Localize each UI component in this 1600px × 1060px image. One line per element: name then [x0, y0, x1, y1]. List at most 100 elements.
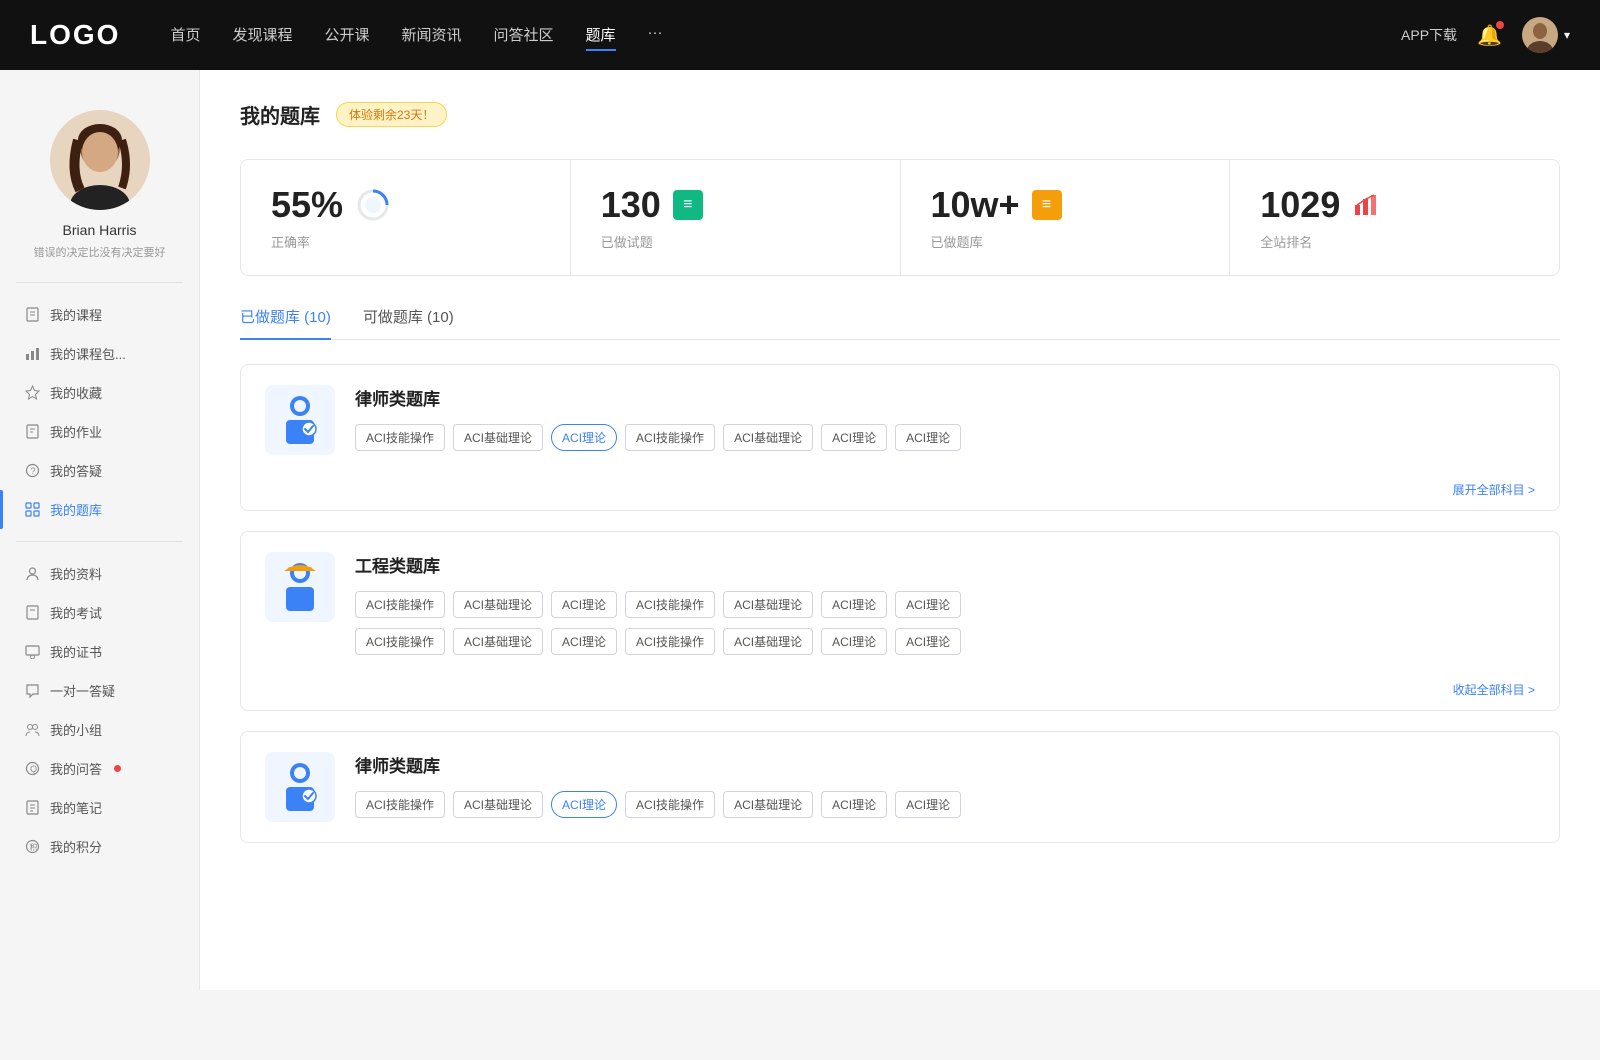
lawyer-icon-2 — [265, 752, 335, 822]
tags-row-2: ACI技能操作 ACI基础理论 ACI理论 ACI技能操作 ACI基础理论 AC… — [355, 591, 1535, 618]
tag-2-6[interactable]: ACI理论 — [895, 591, 961, 618]
nav-news[interactable]: 新闻资讯 — [402, 20, 462, 51]
sidebar-item-points[interactable]: 积 我的积分 — [0, 827, 199, 866]
sidebar-label: 我的课程包... — [50, 344, 126, 363]
lawyer-icon-1 — [265, 385, 335, 455]
bar-icon — [24, 346, 40, 362]
nav-open-course[interactable]: 公开课 — [324, 20, 369, 51]
sidebar-label: 我的考试 — [50, 603, 102, 622]
stat-value-rank: 1029 — [1260, 184, 1340, 226]
sidebar-item-question-bank[interactable]: 我的题库 — [0, 490, 199, 529]
tag-2s-6[interactable]: ACI理论 — [895, 628, 961, 655]
sidebar-item-course-pack[interactable]: 我的课程包... — [0, 334, 199, 373]
sidebar-item-my-courses[interactable]: 我的课程 — [0, 295, 199, 334]
sidebar-item-exam[interactable]: 我的考试 — [0, 593, 199, 632]
stat-label-banks: 已做题库 — [931, 232, 1200, 251]
tab-done-banks[interactable]: 已做题库 (10) — [240, 306, 331, 339]
bank-card-inner-1: 律师类题库 ACI技能操作 ACI基础理论 ACI理论 ACI技能操作 ACI基… — [241, 365, 1559, 475]
tag-2-0[interactable]: ACI技能操作 — [355, 591, 445, 618]
sidebar-item-group[interactable]: 我的小组 — [0, 710, 199, 749]
svg-text:?: ? — [30, 466, 35, 476]
tag-3-0[interactable]: ACI技能操作 — [355, 791, 445, 818]
stat-label-rank: 全站排名 — [1260, 232, 1529, 251]
tag-2s-2[interactable]: ACI理论 — [551, 628, 617, 655]
tag-3-1[interactable]: ACI基础理论 — [453, 791, 543, 818]
sidebar-label: 我的资料 — [50, 564, 102, 583]
profile-avatar — [50, 110, 150, 210]
sidebar-item-favorites[interactable]: 我的收藏 — [0, 373, 199, 412]
tag-1-5[interactable]: ACI理论 — [821, 424, 887, 451]
tag-2-1[interactable]: ACI基础理论 — [453, 591, 543, 618]
stat-value-accuracy: 55% — [271, 184, 343, 226]
tag-2-4[interactable]: ACI基础理论 — [723, 591, 813, 618]
sidebar-item-qa[interactable]: ? 我的答疑 — [0, 451, 199, 490]
profile-section: Brian Harris 错误的决定比没有决定要好 — [0, 90, 199, 270]
tag-1-3[interactable]: ACI技能操作 — [625, 424, 715, 451]
divider-1 — [16, 282, 183, 283]
sidebar-item-my-qa[interactable]: Q 我的问答 — [0, 749, 199, 788]
stat-top-1: 55% — [271, 184, 540, 226]
tag-2s-0[interactable]: ACI技能操作 — [355, 628, 445, 655]
stat-top-2: 130 ≡ — [601, 184, 870, 226]
sidebar-item-1on1[interactable]: 一对一答疑 — [0, 671, 199, 710]
expand-link-2[interactable]: 收起全部科目 > — [241, 675, 1559, 710]
bank-name-3: 律师类题库 — [355, 752, 1535, 777]
tag-1-1[interactable]: ACI基础理论 — [453, 424, 543, 451]
doc-green-icon: ≡ — [673, 190, 703, 220]
tag-2s-1[interactable]: ACI基础理论 — [453, 628, 543, 655]
nav-more[interactable]: ··· — [648, 20, 663, 51]
tag-2-5[interactable]: ACI理论 — [821, 591, 887, 618]
grid-icon — [24, 502, 40, 518]
tag-3-6[interactable]: ACI理论 — [895, 791, 961, 818]
stat-label-done: 已做试题 — [601, 232, 870, 251]
sidebar-label: 我的收藏 — [50, 383, 102, 402]
tag-3-4[interactable]: ACI基础理论 — [723, 791, 813, 818]
stat-ranking: 1029 全站排名 — [1230, 160, 1559, 275]
nav-questions[interactable]: 题库 — [586, 20, 616, 51]
sidebar-item-homework[interactable]: 我的作业 — [0, 412, 199, 451]
tag-2s-3[interactable]: ACI技能操作 — [625, 628, 715, 655]
stat-value-banks: 10w+ — [931, 184, 1020, 226]
nav-qa[interactable]: 问答社区 — [494, 20, 554, 51]
sidebar-label: 一对一答疑 — [50, 681, 115, 700]
sidebar-label: 我的题库 — [50, 500, 102, 519]
nav-discover[interactable]: 发现课程 — [232, 20, 292, 51]
tab-available-banks[interactable]: 可做题库 (10) — [363, 306, 454, 339]
tag-2s-5[interactable]: ACI理论 — [821, 628, 887, 655]
nav-home[interactable]: 首页 — [170, 20, 200, 51]
sidebar-item-profile[interactable]: 我的资料 — [0, 554, 199, 593]
tag-1-0[interactable]: ACI技能操作 — [355, 424, 445, 451]
note-icon — [24, 800, 40, 816]
sidebar-label: 我的问答 — [50, 759, 102, 778]
tag-2-3[interactable]: ACI技能操作 — [625, 591, 715, 618]
page-title: 我的题库 — [240, 100, 320, 129]
logo[interactable]: LOGO — [30, 19, 120, 51]
stat-top-3: 10w+ ≡ — [931, 184, 1200, 226]
profile-name: Brian Harris — [10, 222, 189, 238]
tag-2-2[interactable]: ACI理论 — [551, 591, 617, 618]
user-avatar-button[interactable]: ▾ — [1522, 17, 1570, 53]
tag-1-6[interactable]: ACI理论 — [895, 424, 961, 451]
expand-link-1[interactable]: 展开全部科目 > — [241, 475, 1559, 510]
tag-1-2[interactable]: ACI理论 — [551, 424, 617, 451]
tag-3-5[interactable]: ACI理论 — [821, 791, 887, 818]
people-icon — [24, 566, 40, 582]
bank-card-inner-2: 工程类题库 ACI技能操作 ACI基础理论 ACI理论 ACI技能操作 ACI基… — [241, 532, 1559, 675]
star-icon — [24, 385, 40, 401]
main-content: 我的题库 体验剩余23天！ 55% 正确率 130 — [200, 70, 1600, 990]
file-icon — [24, 307, 40, 323]
page-wrapper: Brian Harris 错误的决定比没有决定要好 我的课程 我的课程包... … — [0, 70, 1600, 990]
sidebar: Brian Harris 错误的决定比没有决定要好 我的课程 我的课程包... … — [0, 70, 200, 990]
app-download-button[interactable]: APP下载 — [1401, 25, 1457, 45]
chat-icon — [24, 683, 40, 699]
tag-1-4[interactable]: ACI基础理论 — [723, 424, 813, 451]
tag-3-2[interactable]: ACI理论 — [551, 791, 617, 818]
chevron-down-icon: ▾ — [1564, 28, 1570, 42]
bank-body-1: 律师类题库 ACI技能操作 ACI基础理论 ACI理论 ACI技能操作 ACI基… — [355, 385, 1535, 451]
sidebar-item-notes[interactable]: 我的笔记 — [0, 788, 199, 827]
tag-2s-4[interactable]: ACI基础理论 — [723, 628, 813, 655]
sidebar-item-certificate[interactable]: 我的证书 — [0, 632, 199, 671]
tag-3-3[interactable]: ACI技能操作 — [625, 791, 715, 818]
notification-button[interactable]: 🔔 — [1477, 23, 1502, 48]
bank-card-lawyer-1: 律师类题库 ACI技能操作 ACI基础理论 ACI理论 ACI技能操作 ACI基… — [240, 364, 1560, 511]
